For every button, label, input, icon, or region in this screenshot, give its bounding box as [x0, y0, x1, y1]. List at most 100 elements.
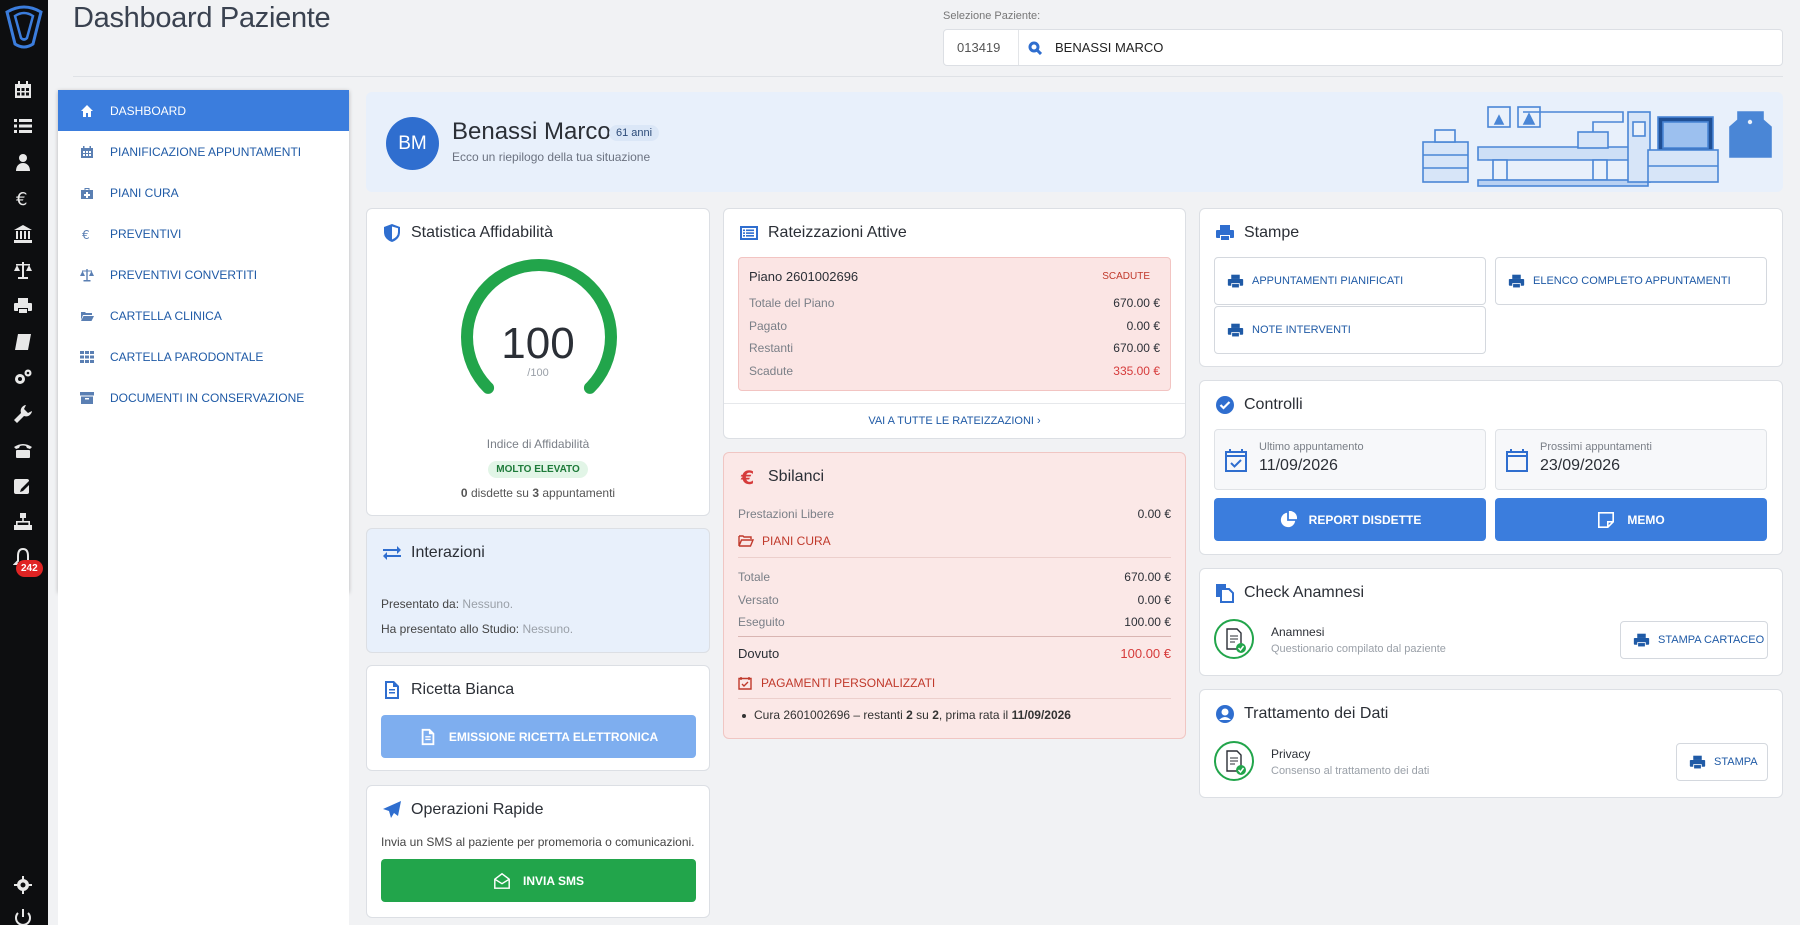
prestazioni-libere-row: Prestazioni Libere 0.00 €	[738, 507, 1171, 521]
affidabilita-max: /100	[527, 367, 549, 379]
piano-box: Piano 2601002696 SCADUTE Totale del Pian…	[738, 257, 1171, 391]
invia-sms-button[interactable]: INVIA SMS	[381, 859, 696, 902]
phone-icon[interactable]	[11, 438, 35, 462]
patient-name-value[interactable]: BENASSI MARCO	[1051, 40, 1163, 55]
users-icon[interactable]	[11, 150, 35, 174]
side-menu-filler	[58, 592, 349, 925]
bullet-dot	[742, 713, 746, 718]
icon-rail: € 242	[0, 0, 48, 925]
affidabilita-score: 100	[501, 319, 575, 368]
sbilanci-row: Totale 670.00 €	[738, 570, 1171, 584]
appuntamenti-count: 3	[532, 486, 540, 500]
settings-icon[interactable]	[11, 873, 35, 897]
menu-item-label: DOCUMENTI IN CONSERVAZIONE	[110, 390, 305, 405]
euro-icon: €	[738, 466, 760, 488]
calendar-icon[interactable]	[11, 78, 35, 102]
menu-item-preventivi-convertiti[interactable]: PREVENTIVI CONVERTITI	[58, 254, 349, 295]
piano-id: Piano 2601002696	[749, 269, 859, 284]
menu-item-label: CARTELLA CLINICA	[110, 308, 222, 323]
memo-button[interactable]: MEMO	[1495, 498, 1767, 541]
dovuto-row: Dovuto 100.00 €	[738, 646, 1171, 661]
header-divider	[73, 76, 1783, 77]
piano-row-scadute: Scadute 335.00 €	[749, 364, 1160, 378]
piano-status-badge: SCADUTE	[1102, 271, 1150, 282]
svg-text:€: €	[16, 189, 27, 208]
pie-chart-icon	[1280, 510, 1297, 527]
scale-icon[interactable]	[11, 258, 35, 282]
euro-icon[interactable]: €	[11, 186, 35, 210]
paper-plane-icon	[381, 799, 403, 821]
copy-icon	[1214, 582, 1236, 604]
menu-item-piani-cura[interactable]: PIANI CURA	[58, 172, 349, 213]
appuntamenti-pianificati-button[interactable]: APPUNTAMENTI PIANIFICATI	[1214, 257, 1486, 305]
list-icon[interactable]	[11, 114, 35, 138]
anamnesi-title: Check Anamnesi	[1214, 582, 1364, 604]
dental-clinic-illustration	[1422, 106, 1772, 187]
piano-row: Totale del Piano 670.00 €	[749, 296, 1160, 310]
patient-code: 013419	[944, 30, 1019, 65]
sbilanci-row: Eseguito 100.00 €	[738, 615, 1171, 629]
card-divider	[738, 698, 1171, 699]
disdette-text: disdette su	[470, 486, 529, 500]
menu-item-label: DASHBOARD	[110, 103, 187, 118]
controlli-card: Controlli Ultimo appuntamento 11/09/2026…	[1199, 380, 1783, 555]
document-check-icon	[1214, 741, 1254, 781]
menu-item-label: PREVENTIVI	[110, 226, 182, 241]
privacy-title: Trattamento dei Dati	[1214, 703, 1388, 725]
printer-icon	[1214, 222, 1236, 244]
anamnesi-desc: Questionario compilato dal paziente	[1271, 643, 1446, 655]
search-icon[interactable]	[1019, 41, 1051, 55]
cogs-icon[interactable]	[11, 366, 35, 390]
vai-rateizzazioni-link[interactable]: VAI A TUTTE LE RATEIZZAZIONI ›	[724, 415, 1185, 427]
app-logo-icon[interactable]	[3, 4, 45, 50]
elenco-completo-button[interactable]: ELENCO COMPLETO APPUNTAMENTI	[1495, 257, 1767, 305]
emissione-ricetta-button[interactable]: EMISSIONE RICETTA ELETTRONICA	[381, 715, 696, 758]
exchange-icon	[381, 542, 403, 564]
file-text-icon	[381, 679, 403, 701]
ultimo-label: Ultimo appuntamento	[1259, 441, 1364, 453]
menu-item-pianificazione[interactable]: PIANIFICAZIONE APPUNTAMENTI	[58, 131, 349, 172]
affidabilita-card: Statistica Affidabilità 100 /100 Indice …	[366, 208, 710, 516]
ha-presentato-row: Ha presentato allo Studio: Nessuno.	[381, 622, 574, 636]
patient-name: Benassi Marco	[452, 118, 611, 145]
menu-item-documenti[interactable]: DOCUMENTI IN CONSERVAZIONE	[58, 377, 349, 418]
sitemap-icon[interactable]	[11, 510, 35, 534]
grid-icon	[78, 349, 96, 365]
printer-icon[interactable]	[11, 294, 35, 318]
edit-icon[interactable]	[11, 474, 35, 498]
folder-open-icon	[738, 535, 754, 547]
patient-banner: BM Benassi Marco 61 anni Ecco un riepilo…	[366, 92, 1783, 192]
report-disdette-button[interactable]: REPORT DISDETTE	[1214, 498, 1486, 541]
book-icon[interactable]	[11, 330, 35, 354]
patient-search-input[interactable]: 013419 BENASSI MARCO	[943, 29, 1783, 66]
menu-item-cartella-parodontale[interactable]: CARTELLA PARODONTALE	[58, 336, 349, 377]
euro-icon: €	[78, 226, 96, 242]
pagamenti-heading: PAGAMENTI PERSONALIZZATI	[738, 676, 935, 690]
power-icon[interactable]	[11, 906, 35, 925]
rateizzazioni-title: Rateizzazioni Attive	[738, 222, 907, 244]
interazioni-title: Interazioni	[381, 542, 485, 564]
menu-item-preventivi[interactable]: € PREVENTIVI	[58, 213, 349, 254]
age-badge: 61 anni	[609, 125, 660, 141]
sbilanci-row: Versato 0.00 €	[738, 593, 1171, 607]
stampa-privacy-button[interactable]: STAMPA	[1676, 743, 1768, 781]
printer-icon	[1689, 755, 1706, 769]
stampa-cartaceo-button[interactable]: STAMPA CARTACEO	[1620, 621, 1768, 659]
check-circle-icon	[1214, 394, 1236, 416]
wrench-icon[interactable]	[11, 402, 35, 426]
privacy-name: Privacy	[1271, 747, 1311, 761]
list-alt-icon	[738, 222, 760, 244]
svg-text:€: €	[82, 228, 90, 241]
side-menu: DASHBOARD PIANIFICAZIONE APPUNTAMENTI PI…	[58, 90, 349, 592]
ultimo-appuntamento-box: Ultimo appuntamento 11/09/2026	[1214, 429, 1486, 490]
card-divider	[738, 636, 1171, 637]
menu-item-cartella-clinica[interactable]: CARTELLA CLINICA	[58, 295, 349, 336]
calendar-check-icon	[738, 677, 752, 690]
menu-item-dashboard[interactable]: DASHBOARD	[58, 90, 349, 131]
note-interventi-button[interactable]: NOTE INTERVENTI	[1214, 306, 1486, 354]
piani-cura-heading: PIANI CURA	[738, 534, 831, 548]
disdette-summary: 0 disdette su 3 appuntamenti	[367, 486, 709, 500]
calendar-check-icon	[1225, 449, 1247, 472]
privacy-desc: Consenso al trattamento dei dati	[1271, 765, 1430, 777]
bank-icon[interactable]	[11, 222, 35, 246]
